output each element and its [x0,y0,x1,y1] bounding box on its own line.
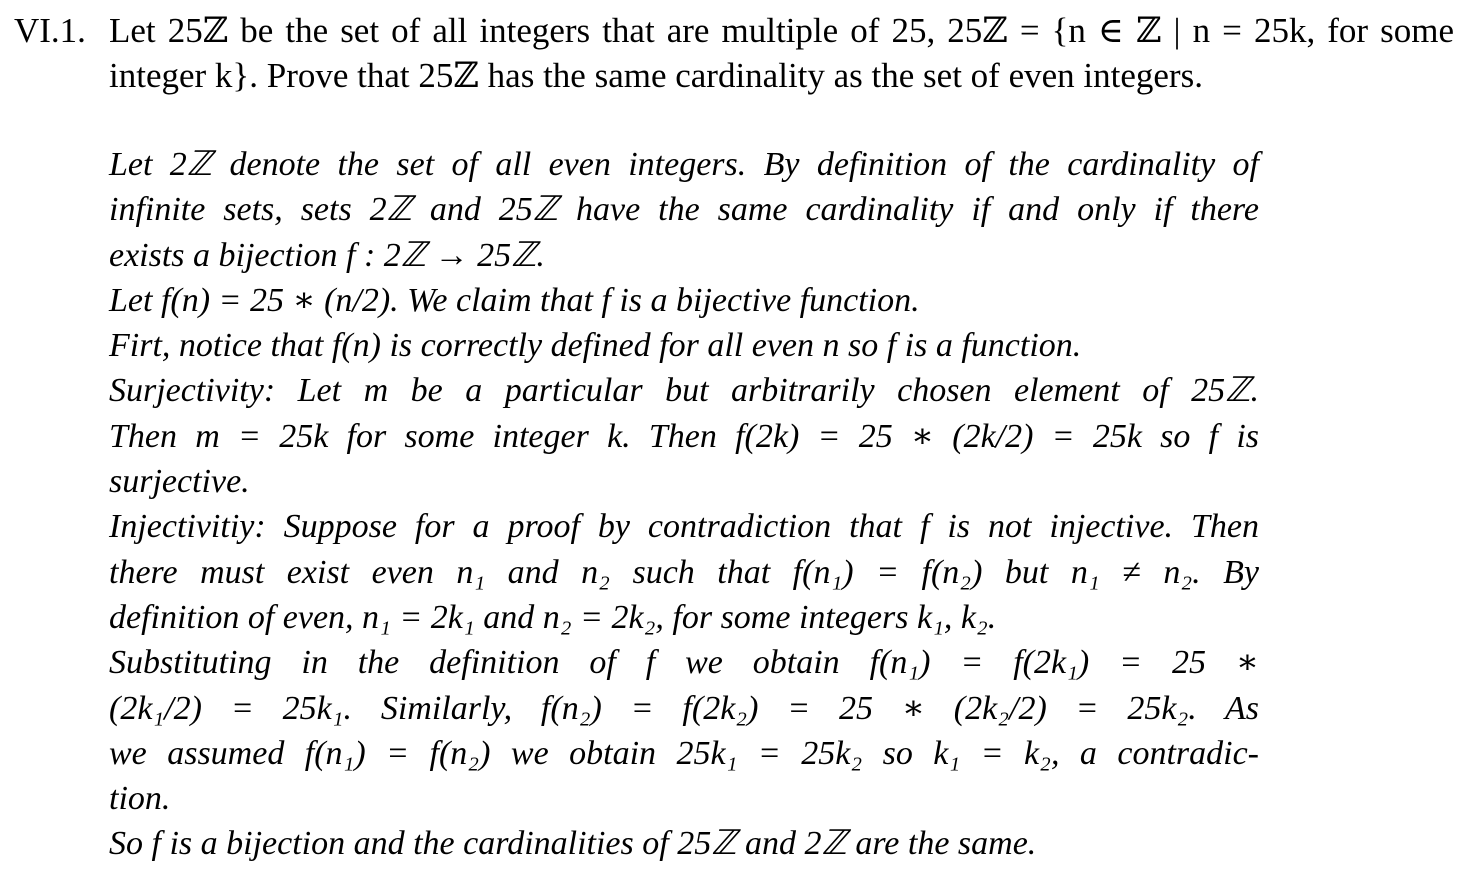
proof-line: Injectivitiy: Suppose for a proof by con… [109,508,1259,546]
proof-line: So f is a bijection and the cardinalitie… [109,825,1037,863]
problem-number: VI.1. [14,11,86,50]
proof-line: we assumed f(n₁) = f(n₂) we obtain 25k₁ … [109,734,1259,772]
proof-line: Substituting in the definition of f we o… [109,644,1259,682]
problem-statement: VI.1. Let 25ℤ be the set of all integers… [14,8,1454,98]
proof-line: Let f(n) = 25 ∗ (n/2). We claim that f i… [109,281,920,319]
proof-line: definition of even, n₁ = 2k₁ and n₂ = 2k… [109,598,997,636]
document-page: VI.1. Let 25ℤ be the set of all integers… [0,0,1464,878]
proof-line: Then m = 25k for some integer k. Then f(… [109,417,1259,455]
problem-text: Let 25ℤ be the set of all integers that … [109,11,1454,95]
proof-line: tion. [109,780,171,818]
proof-line: Let 2ℤ denote the set of all even intege… [109,146,1259,183]
proof-line: Surjectivity: Let m be a particular but … [109,372,1259,410]
proof-line: surjective. [109,463,250,501]
proof-line: there must exist even n₁ and n₂ such tha… [109,553,1259,591]
proof-body: Let 2ℤ denote the set of all even intege… [109,142,1259,867]
proof-line: (2k₁/2) = 25k₁. Similarly, f(n₂) = f(2k₂… [109,689,1259,727]
proof-line: exists a bijection f : 2ℤ → 25ℤ. [109,236,545,274]
proof-line: Firt, notice that f(n) is correctly defi… [109,327,1082,365]
proof-line: infinite sets, sets 2ℤ and 25ℤ have the … [109,191,1259,229]
